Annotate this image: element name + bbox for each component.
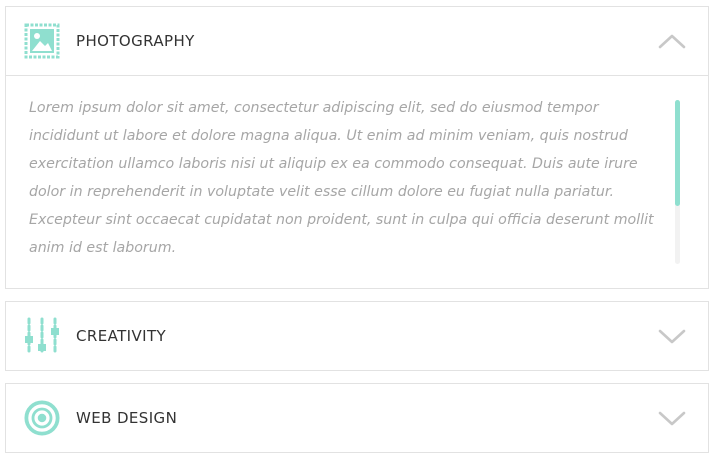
panel-title: PHOTOGRAPHY (76, 32, 195, 50)
target-icon (24, 400, 60, 436)
chevron-up-icon[interactable] (658, 32, 686, 50)
accordion-panel-web-design: WEB DESIGN (5, 383, 709, 453)
sliders-icon (24, 317, 60, 355)
accordion: PHOTOGRAPHY Lorem ipsum dolor sit amet, … (0, 0, 715, 459)
image-stamp-icon (24, 23, 60, 59)
accordion-header-photography[interactable]: PHOTOGRAPHY (6, 7, 708, 76)
scrollbar[interactable] (675, 100, 680, 264)
chevron-down-icon[interactable] (658, 327, 686, 345)
accordion-panel-photography: PHOTOGRAPHY Lorem ipsum dolor sit amet, … (5, 6, 709, 289)
accordion-header-web-design[interactable]: WEB DESIGN (6, 384, 708, 452)
panel-body-text: Lorem ipsum dolor sit amet, consectetur … (29, 100, 654, 256)
panel-title: WEB DESIGN (76, 409, 178, 427)
accordion-header-creativity[interactable]: CREATIVITY (6, 302, 708, 370)
chevron-down-icon[interactable] (658, 409, 686, 427)
panel-title: CREATIVITY (76, 327, 167, 345)
scrollbar-thumb[interactable] (675, 100, 680, 206)
accordion-panel-creativity: CREATIVITY (5, 301, 709, 371)
accordion-body-photography: Lorem ipsum dolor sit amet, consectetur … (6, 76, 708, 288)
